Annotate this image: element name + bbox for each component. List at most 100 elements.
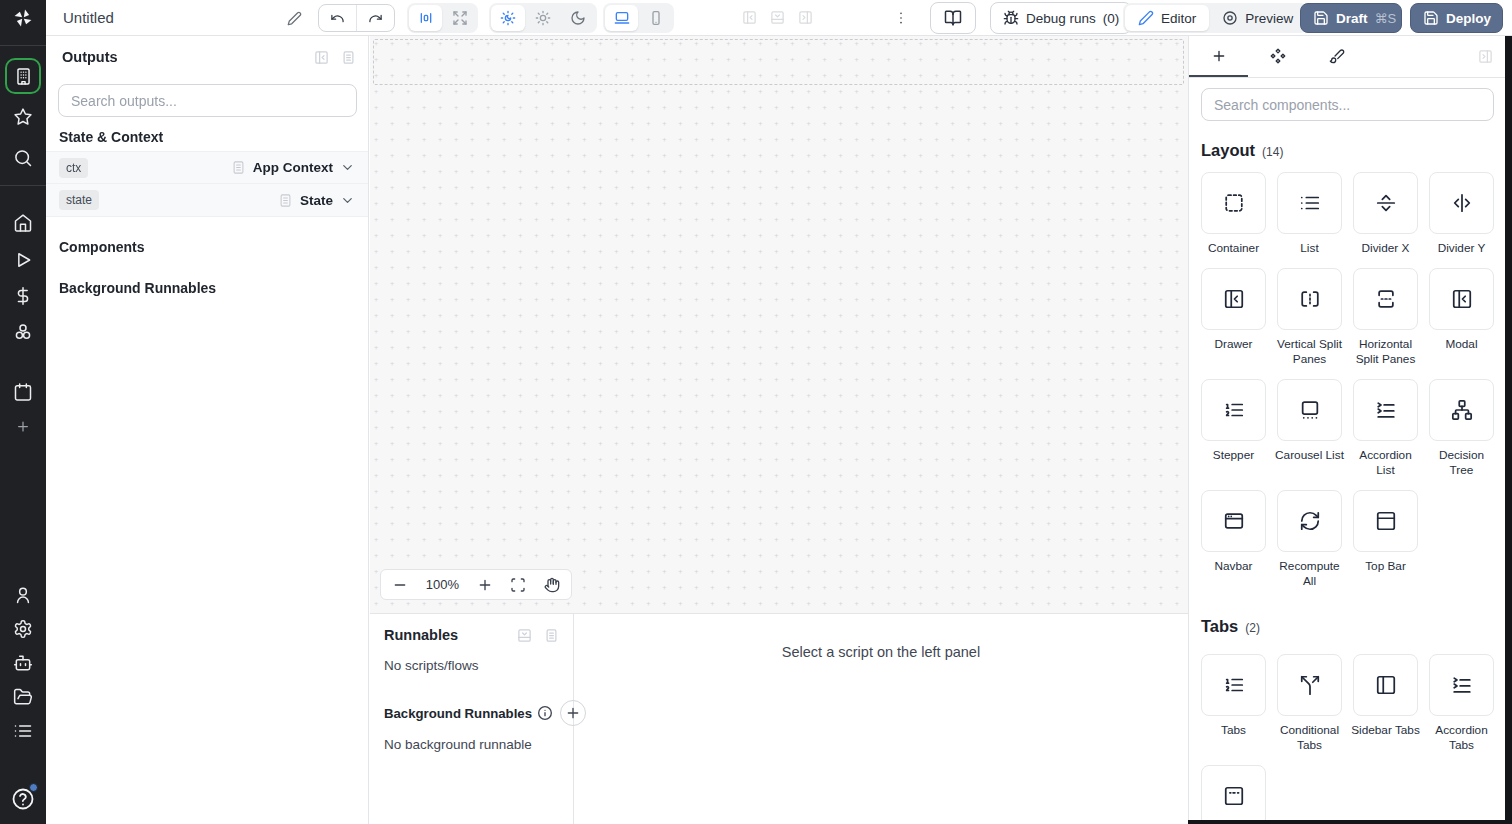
theme-dark-button[interactable] [561, 5, 595, 31]
centered-layout-button[interactable] [409, 5, 442, 31]
accordion-tabs-card[interactable] [1429, 654, 1494, 716]
vertical-split-panes-card[interactable] [1277, 268, 1342, 330]
search-components-input[interactable] [1201, 88, 1494, 121]
expand-layout-button[interactable] [443, 5, 476, 31]
save-draft-button[interactable]: Draft ⌘S [1300, 3, 1402, 33]
divider-y-card[interactable] [1429, 172, 1494, 234]
component-navbar[interactable]: Navbar [1201, 490, 1266, 589]
outputs-doc-icon[interactable] [341, 50, 356, 65]
recompute-all-card[interactable] [1277, 490, 1342, 552]
sidebar-building-active[interactable] [5, 58, 41, 94]
top-bar-card[interactable] [1353, 490, 1418, 552]
sidebar-dollar-icon[interactable] [13, 286, 33, 306]
component-sidebar-tabs[interactable]: Sidebar Tabs [1353, 654, 1418, 753]
list-card[interactable] [1277, 172, 1342, 234]
toggle-bottom-panel-icon[interactable] [770, 10, 785, 25]
stepper-card[interactable] [1201, 379, 1266, 441]
component-vertical-split-panes[interactable]: Vertical Split Panes [1277, 268, 1342, 367]
info-icon[interactable] [537, 705, 553, 721]
deploy-button[interactable]: Deploy [1410, 3, 1503, 33]
sidebar-home-icon[interactable] [13, 213, 33, 233]
sidebar-folder-open-icon[interactable] [13, 687, 33, 707]
app-title[interactable]: Untitled [63, 9, 114, 26]
pan-hand-icon[interactable] [544, 577, 560, 593]
theme-light-button[interactable] [526, 5, 560, 31]
tab-styling[interactable] [1307, 36, 1366, 77]
invisible-tabs-card[interactable] [1201, 765, 1266, 824]
component-invisible-tabs[interactable] [1201, 765, 1266, 824]
sidebar-list-rows-icon[interactable] [13, 721, 33, 741]
component-accordion-list[interactable]: Accordion List [1353, 379, 1418, 478]
sidebar-tabs-card[interactable] [1353, 654, 1418, 716]
component-top-bar[interactable]: Top Bar [1353, 490, 1418, 589]
app-canvas[interactable]: ++++++++++++++++++++++++++++++++++++++++… [370, 36, 1188, 614]
windmill-logo[interactable] [12, 7, 34, 29]
more-menu-icon[interactable] [893, 10, 909, 26]
decision-tree-card[interactable] [1429, 379, 1494, 441]
rename-app-icon[interactable] [287, 10, 303, 26]
component-decision-tree[interactable]: Decision Tree [1429, 379, 1494, 478]
debug-runs-button[interactable]: Debug runs (0) [990, 2, 1132, 34]
carousel-list-card[interactable] [1277, 379, 1342, 441]
tab-insert-component[interactable] [1189, 36, 1248, 77]
runnables-doc-icon[interactable] [544, 628, 559, 643]
collapse-right-panel-icon[interactable] [1478, 49, 1493, 64]
toggle-right-panel-icon[interactable] [798, 10, 813, 25]
sidebar-settings-icon[interactable] [13, 619, 33, 639]
conditional-tabs-card[interactable] [1277, 654, 1342, 716]
component-modal[interactable]: Modal [1429, 268, 1494, 367]
component-drawer[interactable]: Drawer [1201, 268, 1266, 367]
collapse-bottom-icon[interactable] [517, 628, 532, 643]
sidebar-user-icon[interactable] [13, 585, 33, 605]
sidebar-calendar-icon[interactable] [13, 382, 33, 402]
component-accordion-tabs[interactable]: Accordion Tabs [1429, 654, 1494, 753]
component-recompute-all[interactable]: Recompute All [1277, 490, 1342, 589]
tab-component-settings[interactable] [1248, 36, 1307, 77]
component-divider-y[interactable]: Divider Y [1429, 172, 1494, 256]
collapse-panel-icon[interactable] [314, 50, 329, 65]
sidebar-star-icon[interactable] [13, 107, 33, 127]
undo-button[interactable] [319, 5, 356, 31]
component-carousel-list[interactable]: Carousel List [1277, 379, 1342, 478]
sidebar-cluster-icon[interactable] [13, 322, 33, 342]
component-horizontal-split-panes[interactable]: Horizontal Split Panes [1353, 268, 1418, 367]
docs-button[interactable] [930, 2, 976, 34]
component-label: Modal [1427, 337, 1497, 352]
divider-x-card[interactable] [1353, 172, 1418, 234]
component-container[interactable]: Container [1201, 172, 1266, 256]
chevron-down-icon[interactable] [340, 160, 355, 175]
toggle-left-panel-icon[interactable] [742, 10, 757, 25]
desktop-view-button[interactable] [605, 5, 638, 31]
component-divider-x[interactable]: Divider X [1353, 172, 1418, 256]
sidebar-plus-icon[interactable] [16, 419, 31, 434]
sidebar-search-icon[interactable] [13, 148, 33, 168]
component-conditional-tabs[interactable]: Conditional Tabs [1277, 654, 1342, 753]
preview-mode-tab[interactable]: Preview [1209, 5, 1306, 31]
sidebar-play-icon[interactable] [13, 250, 33, 270]
sidebar-help-icon[interactable] [11, 787, 35, 811]
zoom-out-icon[interactable] [392, 577, 408, 593]
empty-grid-row[interactable] [373, 39, 1184, 85]
mobile-view-button[interactable] [639, 5, 672, 31]
search-outputs-input[interactable] [58, 84, 357, 117]
zoom-in-icon[interactable] [477, 577, 493, 593]
drawer-card[interactable] [1201, 268, 1266, 330]
component-list[interactable]: List [1277, 172, 1342, 256]
chevron-down-icon[interactable] [340, 193, 355, 208]
modal-card[interactable] [1429, 268, 1494, 330]
tabs-card[interactable] [1201, 654, 1266, 716]
theme-auto-button[interactable] [491, 5, 525, 31]
horizontal-split-panes-card[interactable] [1353, 268, 1418, 330]
component-tabs[interactable]: Tabs [1201, 654, 1266, 753]
component-stepper[interactable]: Stepper [1201, 379, 1266, 478]
redo-button[interactable] [357, 5, 394, 31]
output-row-state[interactable]: stateState [46, 184, 368, 217]
output-row-ctx[interactable]: ctxApp Context [46, 151, 368, 184]
container-card[interactable] [1201, 172, 1266, 234]
navbar-card[interactable] [1201, 490, 1266, 552]
accordion-list-card[interactable] [1353, 379, 1418, 441]
fit-view-icon[interactable] [510, 577, 526, 593]
editor-mode-tab[interactable]: Editor [1125, 5, 1209, 31]
theme-group [489, 3, 597, 33]
sidebar-bot-icon[interactable] [13, 653, 33, 673]
